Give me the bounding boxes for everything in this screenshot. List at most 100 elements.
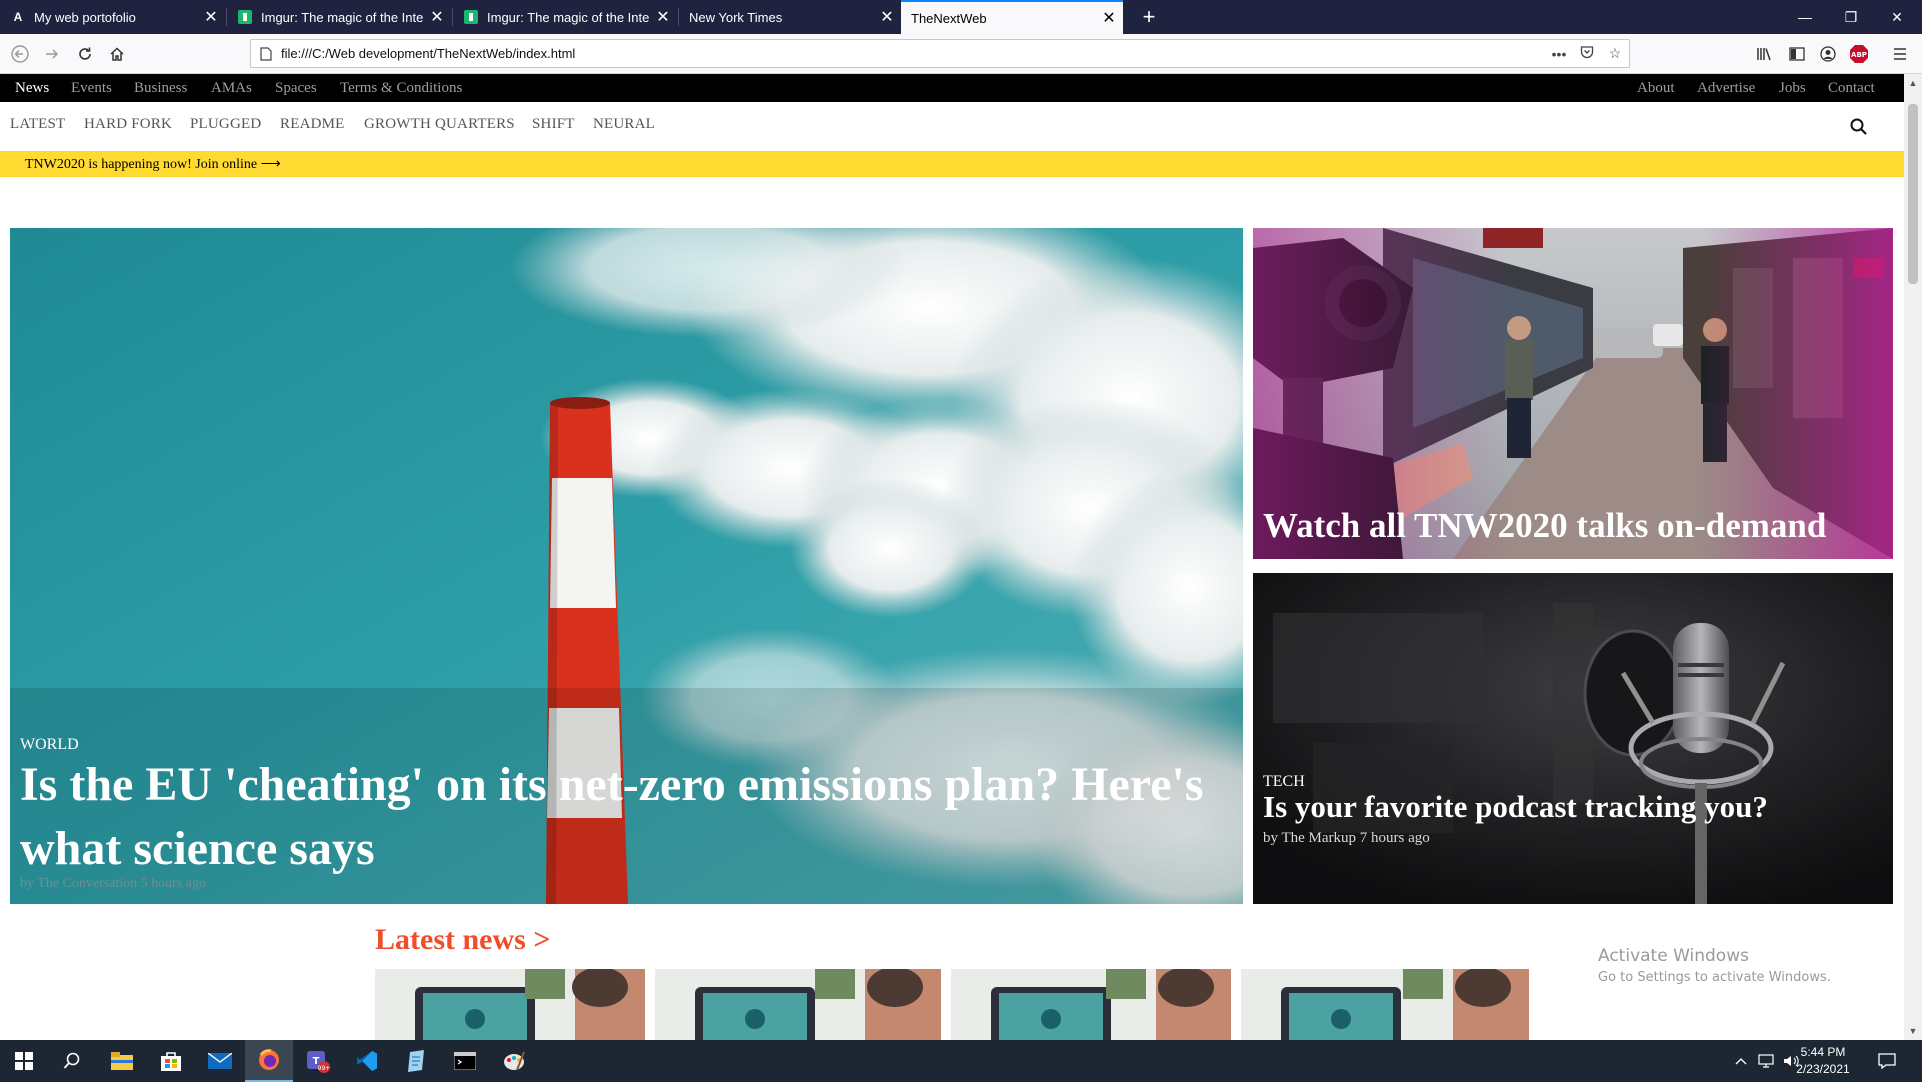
close-icon[interactable]: ✕ xyxy=(873,7,901,27)
imgur-icon xyxy=(237,9,253,25)
tab-imgur-1[interactable]: Imgur: The magic of the Interne ✕ xyxy=(227,0,451,34)
back-button[interactable] xyxy=(6,40,34,68)
library-icon[interactable] xyxy=(1750,40,1778,68)
section-nav-readme[interactable]: README xyxy=(280,116,345,133)
latest-news-card[interactable] xyxy=(655,969,941,1040)
top-nav-events[interactable]: Events xyxy=(71,80,112,97)
terminal-icon[interactable] xyxy=(441,1040,489,1082)
new-tab-button[interactable]: + xyxy=(1131,0,1167,34)
top-nav-news[interactable]: News xyxy=(15,80,49,97)
podcast-article-card[interactable]: TECH Is your favorite podcast tracking y… xyxy=(1253,573,1893,904)
minimize-button[interactable]: — xyxy=(1782,0,1828,34)
laptop-thumbnail-image xyxy=(1241,969,1529,1040)
page-viewport: News Events Business AMAs Spaces Terms &… xyxy=(0,74,1904,1040)
back-arrow-icon xyxy=(11,45,29,63)
teams-icon[interactable]: T 99+ xyxy=(294,1040,342,1082)
hero-headline[interactable]: Is the EU 'cheating' on its net-zero emi… xyxy=(20,753,1230,881)
top-nav: News Events Business AMAs Spaces Terms &… xyxy=(0,74,1904,102)
top-nav-amas[interactable]: AMAs xyxy=(211,80,252,97)
forward-arrow-icon xyxy=(46,49,59,59)
restore-button[interactable]: ❐ xyxy=(1828,0,1874,34)
scroll-down-arrow-icon[interactable]: ▼ xyxy=(1904,1022,1922,1040)
notification-center-icon[interactable] xyxy=(1878,1040,1896,1082)
windows-start-icon[interactable] xyxy=(0,1040,48,1082)
laptop-thumbnail-image xyxy=(655,969,941,1040)
search-icon[interactable] xyxy=(1849,117,1869,137)
latest-news-card[interactable] xyxy=(1241,969,1529,1040)
hero-category[interactable]: WORLD xyxy=(20,736,79,754)
top-nav-spaces[interactable]: Spaces xyxy=(275,80,317,97)
tray-chevron-icon[interactable] xyxy=(1735,1040,1747,1082)
pocket-icon[interactable] xyxy=(1573,45,1601,62)
scrollbar-thumb[interactable] xyxy=(1908,104,1918,284)
adblock-icon[interactable]: ABP xyxy=(1845,40,1873,68)
tab-new-york-times[interactable]: New York Times ✕ xyxy=(679,0,901,34)
clock-date: 2/23/2021 xyxy=(1796,1062,1850,1076)
tab-imgur-2[interactable]: Imgur: The magic of the Interne ✕ xyxy=(453,0,677,34)
tab-title: Imgur: The magic of the Interne xyxy=(261,9,423,25)
section-nav-shift[interactable]: SHIFT xyxy=(532,116,575,133)
latest-news-card[interactable] xyxy=(375,969,645,1040)
top-nav-business[interactable]: Business xyxy=(134,80,187,97)
top-nav-contact[interactable]: Contact xyxy=(1828,80,1875,97)
section-nav-growth-quarters[interactable]: GROWTH QUARTERS xyxy=(364,116,515,133)
latest-news-card[interactable] xyxy=(951,969,1231,1040)
podcast-headline[interactable]: Is your favorite podcast tracking you? xyxy=(1263,789,1768,825)
home-button[interactable] xyxy=(103,40,131,68)
store-icon[interactable] xyxy=(147,1040,195,1082)
account-icon[interactable] xyxy=(1814,40,1842,68)
activate-windows-watermark: Activate Windows Go to Settings to activ… xyxy=(1598,946,1831,985)
tab-title: TheNextWeb xyxy=(911,10,987,26)
reload-button[interactable] xyxy=(71,40,99,68)
page-actions-icon[interactable]: ••• xyxy=(1545,46,1573,62)
tab-title: New York Times xyxy=(689,9,783,25)
top-nav-terms[interactable]: Terms & Conditions xyxy=(340,80,462,97)
network-icon[interactable] xyxy=(1758,1040,1776,1082)
latest-news-title[interactable]: Latest news > xyxy=(375,923,550,957)
hero-byline: by The Conversation 5 hours ago xyxy=(20,876,206,891)
banner-text[interactable]: TNW2020 is happening now! Join online ⟶ xyxy=(25,156,281,173)
firefox-icon[interactable] xyxy=(245,1040,293,1082)
browser-tab-bar: A My web portofolio ✕ Imgur: The magic o… xyxy=(0,0,1922,34)
svg-text:ABP: ABP xyxy=(1851,51,1867,59)
close-icon[interactable]: ✕ xyxy=(1095,8,1123,28)
tnw2020-headline[interactable]: Watch all TNW2020 talks on-demand xyxy=(1263,506,1826,546)
tab-title: Imgur: The magic of the Interne xyxy=(487,9,649,25)
tab-my-web-portofolio[interactable]: A My web portofolio ✕ xyxy=(0,0,225,34)
close-icon[interactable]: ✕ xyxy=(423,7,451,27)
top-nav-about[interactable]: About xyxy=(1637,80,1675,97)
podcast-microphone-image xyxy=(1253,573,1893,904)
section-nav-hard-fork[interactable]: HARD FORK xyxy=(84,116,172,133)
menu-icon[interactable] xyxy=(1886,40,1914,68)
tab-title: My web portofolio xyxy=(34,9,136,25)
vscode-icon[interactable] xyxy=(343,1040,391,1082)
forward-button[interactable] xyxy=(38,40,66,68)
tab-thenextweb[interactable]: TheNextWeb ✕ xyxy=(901,0,1123,34)
search-icon[interactable] xyxy=(48,1040,96,1082)
tnw2020-talks-card[interactable]: Watch all TNW2020 talks on-demand xyxy=(1253,228,1893,559)
section-nav-latest[interactable]: LATEST xyxy=(10,116,65,133)
close-icon[interactable]: ✕ xyxy=(197,7,225,27)
file-explorer-icon[interactable] xyxy=(98,1040,146,1082)
event-banner[interactable]: TNW2020 is happening now! Join online ⟶ xyxy=(0,151,1904,177)
paint-icon[interactable] xyxy=(490,1040,538,1082)
top-nav-jobs[interactable]: Jobs xyxy=(1779,80,1806,97)
sidebar-icon[interactable] xyxy=(1783,40,1811,68)
section-nav-neural[interactable]: NEURAL xyxy=(593,116,655,133)
address-bar[interactable]: file:///C:/Web development/TheNextWeb/in… xyxy=(250,39,1630,68)
clock-time: 5:44 PM xyxy=(1800,1045,1846,1059)
hero-article-card[interactable]: WORLD Is the EU 'cheating' on its net-ze… xyxy=(10,228,1243,904)
laptop-thumbnail-image xyxy=(375,969,645,1040)
url-text[interactable]: file:///C:/Web development/TheNextWeb/in… xyxy=(281,46,1545,61)
system-clock[interactable]: 5:44 PM 2/23/2021 xyxy=(1786,1044,1860,1078)
close-window-button[interactable]: ✕ xyxy=(1874,0,1920,34)
page-icon xyxy=(251,46,281,61)
bookmark-star-icon[interactable]: ☆ xyxy=(1601,45,1629,62)
scroll-up-arrow-icon[interactable]: ▲ xyxy=(1904,74,1922,92)
top-nav-advertise[interactable]: Advertise xyxy=(1697,80,1755,97)
mail-icon[interactable] xyxy=(196,1040,244,1082)
page-scrollbar[interactable]: ▲ ▼ xyxy=(1904,74,1922,1040)
section-nav-plugged[interactable]: PLUGGED xyxy=(190,116,261,133)
close-icon[interactable]: ✕ xyxy=(649,7,677,27)
notepad-icon[interactable] xyxy=(392,1040,440,1082)
